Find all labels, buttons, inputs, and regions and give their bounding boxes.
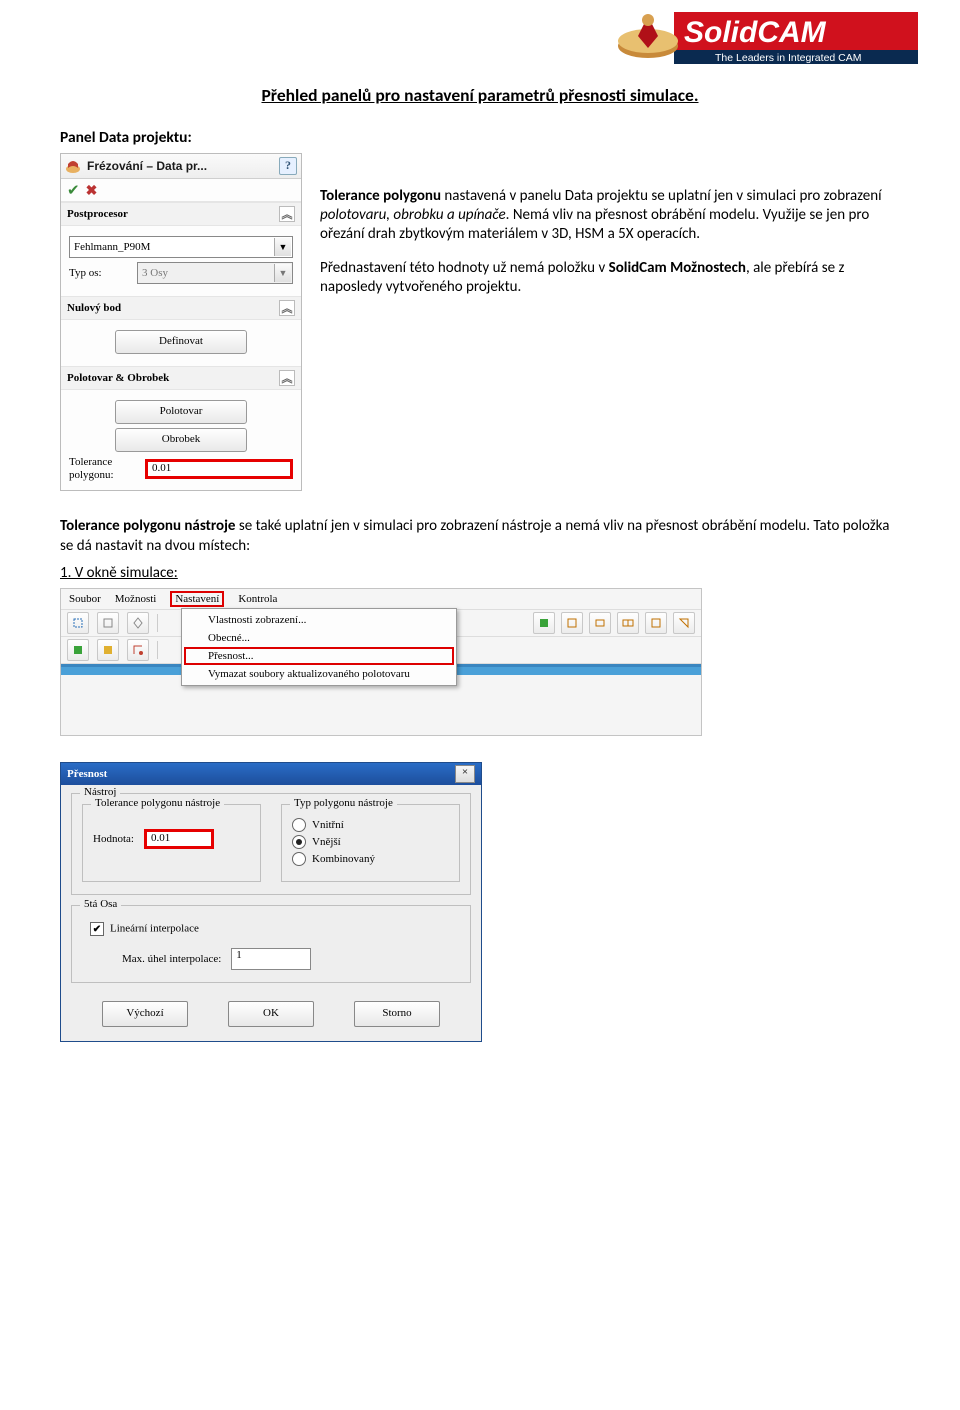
brand-tagline: The Leaders in Integrated CAM (715, 52, 862, 64)
menu-moznosti[interactable]: Možnosti (115, 593, 157, 605)
checkbox-linearni[interactable]: ✔Lineární interpolace (90, 922, 460, 936)
chevron-down-icon[interactable]: ▼ (274, 238, 291, 256)
menu-bar: Soubor Možnosti Nastavení Kontrola (61, 589, 701, 610)
group-label: 5tá Osa (80, 898, 121, 910)
menu-kontrola[interactable]: Kontrola (238, 593, 277, 605)
ok-button[interactable]: OK (228, 1001, 314, 1027)
tool-icon[interactable] (97, 639, 119, 661)
tool-icon[interactable] (673, 612, 695, 634)
accept-icon[interactable]: ✔ (67, 181, 80, 200)
axis-type-label: Typ os: (69, 267, 131, 279)
postprocessor-combo[interactable]: Fehlmann_P90M▼ (69, 236, 293, 258)
group-5ta-osa: 5tá Osa ✔Lineární interpolace Max. úhel … (71, 905, 471, 983)
axis-type-combo: 3 Osy▼ (137, 262, 293, 284)
mi-obecne[interactable]: Obecné... (184, 629, 454, 647)
chevron-down-icon: ▼ (274, 264, 291, 282)
mi-vlastnosti[interactable]: Vlastnosti zobrazení... (184, 611, 454, 629)
mi-presnost[interactable]: Přesnost... (184, 647, 454, 665)
chevron-icon[interactable]: ︽ (279, 370, 295, 386)
simulation-menu-screenshot: Soubor Možnosti Nastavení Kontrola Vlast… (60, 588, 702, 736)
chevron-icon[interactable]: ︽ (279, 300, 295, 316)
tool-icon[interactable] (67, 639, 89, 661)
group-nastroj: Nástroj Tolerance polygonu nástroje Hodn… (71, 793, 471, 895)
radio-vnejsi[interactable]: Vnější (292, 835, 449, 849)
paragraph-2: Přednastavení této hodnoty už nemá polož… (320, 259, 900, 297)
tool-icon[interactable] (589, 612, 611, 634)
section-nulovy-bod: Nulový bod (67, 302, 121, 314)
radio-kombinovany[interactable]: Kombinovaný (292, 852, 449, 866)
tool-icon[interactable] (617, 612, 639, 634)
chevron-icon[interactable]: ︽ (279, 206, 295, 222)
page-title: Přehled panelů pro nastavení parametrů p… (261, 84, 698, 106)
tool-icon[interactable] (645, 612, 667, 634)
dialog-title: Přesnost (67, 768, 107, 780)
group-label: Tolerance polygonu nástroje (91, 797, 224, 809)
menu-soubor[interactable]: Soubor (69, 593, 101, 605)
dialog-presnost: Přesnost × Nástroj Tolerance polygonu ná… (60, 762, 482, 1042)
group-tolerance-polygonu: Tolerance polygonu nástroje Hodnota: 0.0… (82, 804, 261, 882)
obrobek-button[interactable]: Obrobek (115, 428, 247, 452)
vychozi-button[interactable]: Výchozí (102, 1001, 188, 1027)
panel-data-projektu: Frézování – Data pr... ? ✔ ✖ Postproceso… (60, 153, 302, 491)
tolerance-polygonu-input[interactable]: 0.01 (145, 459, 293, 479)
brand-name: SolidCAM (684, 16, 827, 49)
max-uhel-label: Max. úhel interpolace: (122, 953, 221, 965)
group-typ-polygonu: Typ polygonu nástroje Vnitřní Vnější Kom… (281, 804, 460, 882)
tool-icon[interactable] (533, 612, 555, 634)
dropdown-nastaveni: Vlastnosti zobrazení... Obecné... Přesno… (181, 608, 457, 686)
polotovar-button[interactable]: Polotovar (115, 400, 247, 424)
define-button[interactable]: Definovat (115, 330, 247, 354)
tool-icon[interactable] (97, 612, 119, 634)
subhead: Panel Data projektu: (60, 128, 192, 147)
close-icon[interactable]: × (455, 765, 475, 783)
storno-button[interactable]: Storno (354, 1001, 440, 1027)
tool-icon[interactable] (127, 612, 149, 634)
section-polotovar-obrobek: Polotovar & Obrobek (67, 372, 169, 384)
numbered-heading-1: 1. V okně simulace: (60, 564, 900, 582)
paragraph-3: Tolerance polygonu nástroje se také upla… (60, 517, 900, 556)
hodnota-input[interactable]: 0.01 (144, 829, 214, 849)
panel-icon (65, 158, 81, 174)
section-postprocesor: Postprocesor (67, 208, 128, 220)
panel-title: Frézování – Data pr... (87, 159, 207, 173)
hodnota-label: Hodnota: (93, 833, 134, 845)
tool-icon[interactable] (127, 639, 149, 661)
radio-vnitrni[interactable]: Vnitřní (292, 818, 449, 832)
tolerance-label: Tolerance polygonu: (69, 456, 139, 482)
max-uhel-input[interactable]: 1 (231, 948, 311, 970)
help-button[interactable]: ? (279, 157, 297, 175)
tool-icon[interactable] (561, 612, 583, 634)
group-label: Typ polygonu nástroje (290, 797, 397, 809)
tool-icon[interactable] (67, 612, 89, 634)
brand-logo: SolidCAM The Leaders in Integrated CAM (610, 8, 920, 68)
reject-icon[interactable]: ✖ (86, 182, 98, 199)
paragraph-1: Tolerance polygonu nastavená v panelu Da… (320, 187, 900, 245)
mi-vymazat[interactable]: Vymazat soubory aktualizovaného polotova… (184, 665, 454, 683)
menu-nastaveni[interactable]: Nastavení (170, 591, 224, 607)
